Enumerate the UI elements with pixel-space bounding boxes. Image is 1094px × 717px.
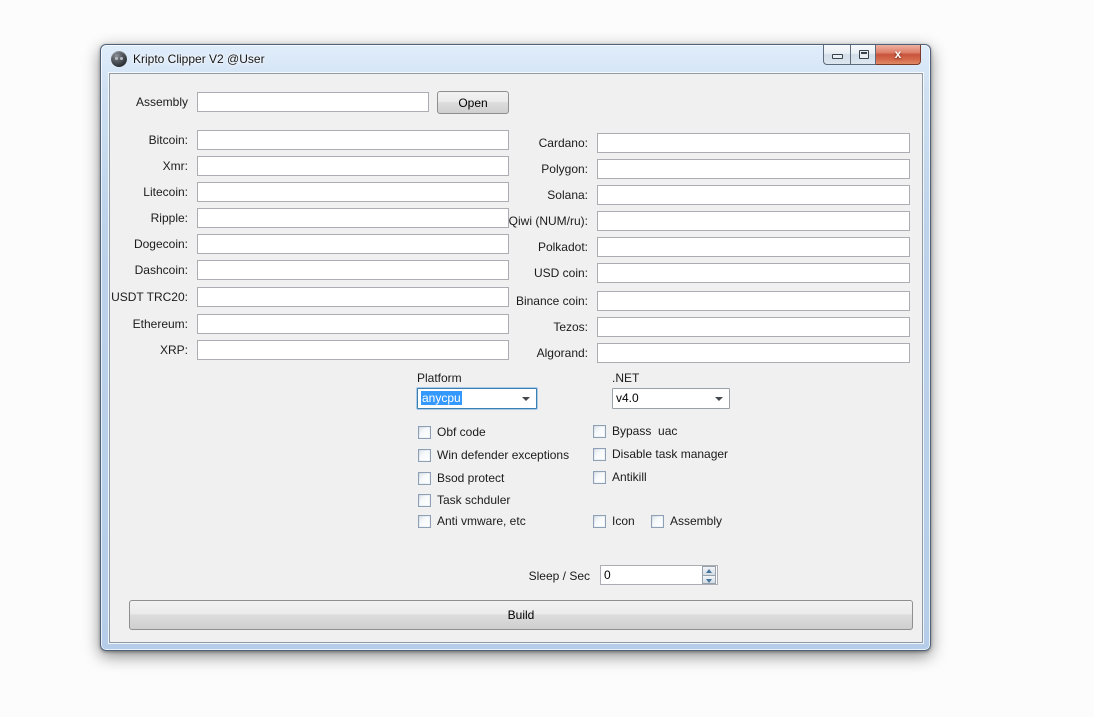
close-icon: x: [876, 48, 920, 60]
assembly-checkbox[interactable]: [651, 515, 664, 528]
algorand-label: Algorand:: [537, 346, 588, 360]
bsod-protect-option[interactable]: Bsod protect: [418, 471, 504, 485]
ethereum-input[interactable]: [197, 314, 509, 334]
disable-task-manager-checkbox[interactable]: [593, 448, 606, 461]
anti-vmware-option[interactable]: Anti vmware, etc: [418, 514, 526, 528]
win-defender-exceptions-option[interactable]: Win defender exceptions: [418, 448, 569, 462]
minimize-icon: [832, 54, 843, 59]
task-schduler-label: Task schduler: [437, 493, 510, 507]
ripple-label: Ripple:: [151, 211, 188, 225]
xmr-input[interactable]: [197, 156, 509, 176]
spinner-down-button[interactable]: [702, 576, 716, 585]
desktop: Kripto Clipper V2 @User x Assembly Open …: [0, 0, 1094, 717]
qiwi-label: Qiwi (NUM/ru):: [509, 214, 588, 228]
bypass-uac-label: Bypass uac: [612, 424, 677, 438]
tezos-label: Tezos:: [553, 320, 588, 334]
antikill-option[interactable]: Antikill: [593, 470, 647, 484]
assembly-option[interactable]: Assembly: [651, 514, 722, 528]
usd-coin-label: USD coin:: [534, 266, 588, 280]
litecoin-input[interactable]: [197, 182, 509, 202]
dotnet-label: .NET: [612, 371, 639, 385]
maximize-button[interactable]: [850, 45, 876, 65]
dashcoin-input[interactable]: [197, 260, 509, 280]
obf-code-label: Obf code: [437, 425, 486, 439]
caption-buttons: x: [823, 45, 921, 65]
ripple-input[interactable]: [197, 208, 509, 228]
polygon-input[interactable]: [597, 159, 910, 179]
xrp-input[interactable]: [197, 340, 509, 360]
assembly-path-input[interactable]: [197, 92, 429, 112]
polkadot-input[interactable]: [597, 237, 910, 257]
chevron-down-icon: [715, 397, 723, 405]
arrow-up-icon: [706, 569, 712, 573]
icon-option[interactable]: Icon: [593, 514, 635, 528]
sleep-input[interactable]: [600, 565, 718, 585]
win-defender-exceptions-checkbox[interactable]: [418, 449, 431, 462]
chevron-down-icon: [522, 397, 530, 405]
cardano-input[interactable]: [597, 133, 910, 153]
tezos-input[interactable]: [597, 317, 910, 337]
obf-code-checkbox[interactable]: [418, 426, 431, 439]
app-icon: [111, 51, 127, 67]
antikill-label: Antikill: [612, 470, 647, 484]
platform-label: Platform: [417, 371, 462, 385]
antikill-checkbox[interactable]: [593, 471, 606, 484]
xmr-label: Xmr:: [163, 159, 188, 173]
bitcoin-label: Bitcoin:: [149, 133, 188, 147]
usd-coin-input[interactable]: [597, 263, 910, 283]
task-schduler-option[interactable]: Task schduler: [418, 493, 510, 507]
obf-code-option[interactable]: Obf code: [418, 425, 486, 439]
window-title: Kripto Clipper V2 @User: [133, 52, 265, 66]
algorand-input[interactable]: [597, 343, 910, 363]
titlebar[interactable]: Kripto Clipper V2 @User x: [101, 45, 930, 73]
maximize-icon: [859, 50, 869, 59]
icon-checkbox[interactable]: [593, 515, 606, 528]
bitcoin-input[interactable]: [197, 130, 509, 150]
bypass-uac-checkbox[interactable]: [593, 425, 606, 438]
solana-label: Solana:: [547, 188, 588, 202]
litecoin-label: Litecoin:: [143, 185, 188, 199]
binance-coin-label: Binance coin:: [516, 294, 588, 308]
qiwi-input[interactable]: [597, 211, 910, 231]
usdt-trc20-label: USDT TRC20:: [111, 290, 188, 304]
app-window: Kripto Clipper V2 @User x Assembly Open …: [100, 44, 931, 651]
ethereum-label: Ethereum:: [133, 317, 188, 331]
icon-label: Icon: [612, 514, 635, 528]
cardano-label: Cardano:: [539, 136, 588, 150]
assembly-option-label: Assembly: [670, 514, 722, 528]
sleep-spinner: [702, 566, 716, 584]
xrp-label: XRP:: [160, 343, 188, 357]
dogecoin-input[interactable]: [197, 234, 509, 254]
bypass-uac-option[interactable]: Bypass uac: [593, 424, 677, 438]
build-button[interactable]: Build: [129, 600, 913, 630]
open-button[interactable]: Open: [437, 91, 509, 114]
spinner-up-button[interactable]: [702, 566, 716, 576]
assembly-label: Assembly: [136, 95, 188, 109]
disable-task-manager-option[interactable]: Disable task manager: [593, 447, 728, 461]
usdt-trc20-input[interactable]: [197, 287, 509, 307]
anti-vmware-label: Anti vmware, etc: [437, 514, 526, 528]
sleep-label: Sleep / Sec: [529, 569, 590, 583]
close-button[interactable]: x: [876, 45, 921, 65]
disable-task-manager-label: Disable task manager: [612, 447, 728, 461]
dashcoin-label: Dashcoin:: [135, 263, 188, 277]
platform-selected-value: anycpu: [421, 391, 462, 405]
bsod-protect-label: Bsod protect: [437, 471, 504, 485]
dotnet-selected-value: v4.0: [616, 391, 639, 405]
win-defender-exceptions-label: Win defender exceptions: [437, 448, 569, 462]
bsod-protect-checkbox[interactable]: [418, 472, 431, 485]
minimize-button[interactable]: [823, 45, 850, 65]
task-schduler-checkbox[interactable]: [418, 494, 431, 507]
dotnet-combobox[interactable]: v4.0: [612, 388, 730, 409]
polygon-label: Polygon:: [541, 162, 588, 176]
binance-coin-input[interactable]: [597, 291, 910, 311]
solana-input[interactable]: [597, 185, 910, 205]
dogecoin-label: Dogecoin:: [134, 237, 188, 251]
platform-combobox[interactable]: anycpu: [417, 388, 537, 409]
client-area: Assembly Open Bitcoin: Xmr: Litecoin: Ri…: [109, 73, 923, 643]
arrow-down-icon: [706, 579, 712, 583]
anti-vmware-checkbox[interactable]: [418, 515, 431, 528]
polkadot-label: Polkadot:: [538, 240, 588, 254]
